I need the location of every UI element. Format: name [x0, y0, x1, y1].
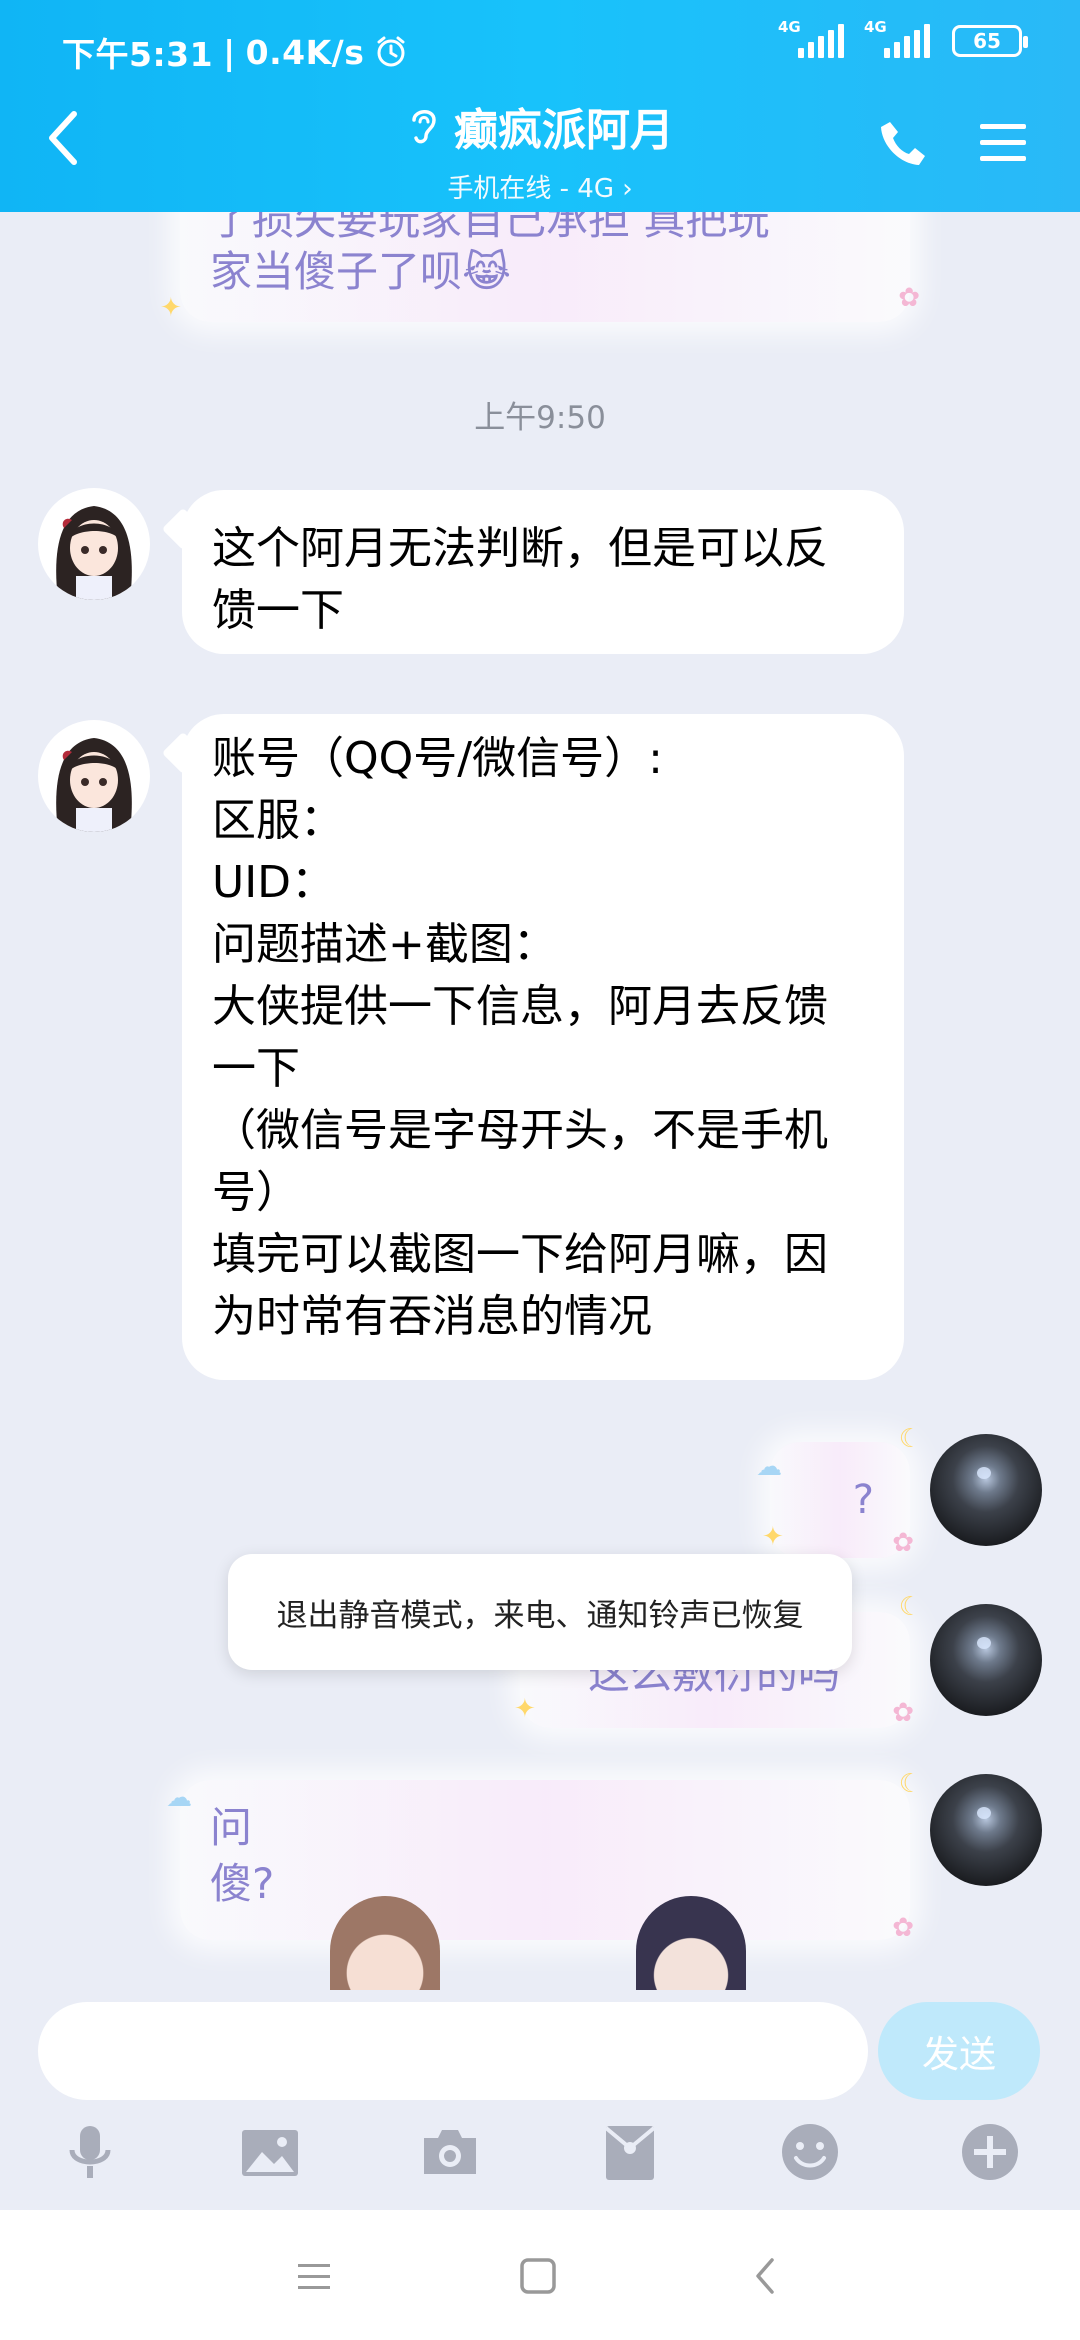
message-text: 傻? — [210, 1859, 275, 1908]
microphone-icon[interactable] — [58, 2120, 122, 2184]
message-text: 大侠提供一下信息，阿月去反馈 — [212, 981, 828, 1032]
message-bubble-incoming[interactable]: 账号（QQ号/微信号）: 区服： UID： 问题描述+截图： 大侠提供一下信息，… — [182, 714, 904, 1380]
message-text: 一下 — [212, 1043, 300, 1094]
message-bubble-fancy[interactable]: 了损失要玩家自己承担 真把玩 家当傻子了呗😹 ✦ ✿ — [160, 212, 920, 323]
online-status: 手机在线 - 4G — [447, 174, 614, 204]
ear-icon — [412, 110, 436, 144]
message-text: 区服： — [212, 795, 344, 846]
signal-icon: 4G — [864, 18, 930, 58]
home-icon[interactable] — [510, 2248, 566, 2304]
star-decoration-icon: ✦ — [514, 1694, 536, 1724]
bunny-decoration-icon: ✿ — [892, 1698, 914, 1728]
message-text: 馈一下 — [212, 585, 344, 636]
system-navigation-bar — [0, 2210, 1080, 2340]
bunny-decoration-icon: ✿ — [898, 283, 920, 313]
star-decoration-icon: ✦ — [160, 293, 182, 323]
signal-icon: 4G — [778, 18, 844, 58]
battery-icon: 65 — [952, 25, 1028, 57]
silent-mode-toast: 退出静音模式，来电、通知铃声已恢复 — [228, 1554, 852, 1670]
peeking-character-sticker-icon — [330, 1896, 440, 2002]
composer: 发送 — [0, 1990, 1080, 2210]
message-text: 问 — [210, 1803, 253, 1852]
contact-avatar[interactable] — [38, 720, 150, 832]
recent-apps-icon[interactable] — [286, 2248, 342, 2304]
contact-name: 癫疯派阿月 — [454, 105, 674, 156]
plus-icon[interactable] — [958, 2120, 1022, 2184]
moon-decoration-icon: ☾ — [898, 1769, 922, 1799]
moon-decoration-icon: ☾ — [898, 1424, 922, 1454]
message-text: UID： — [212, 857, 336, 908]
network-speed: 0.4K/s — [245, 32, 365, 72]
message-timestamp: 上午9:50 — [474, 400, 606, 436]
bunny-decoration-icon: ✿ — [892, 1528, 914, 1558]
menu-icon[interactable] — [978, 118, 1028, 168]
star-decoration-icon: ✦ — [762, 1522, 784, 1552]
message-text: 号） — [212, 1167, 300, 1218]
user-avatar[interactable] — [930, 1604, 1042, 1716]
send-button[interactable]: 发送 — [878, 2002, 1040, 2100]
user-avatar[interactable] — [930, 1434, 1042, 1546]
user-avatar[interactable] — [930, 1774, 1042, 1886]
message-text: 了损失要玩家自己承担 真把玩 — [210, 212, 770, 244]
peeking-character-sticker-icon — [636, 1896, 746, 2002]
message-text: ? — [852, 1477, 874, 1523]
message-text: 填完可以截图一下给阿月嘛，因 — [212, 1229, 828, 1280]
message-input[interactable] — [38, 2002, 868, 2100]
message-bubble-incoming[interactable]: 这个阿月无法判断，但是可以反 馈一下 — [182, 490, 904, 654]
chat-header: 下午5:31 | 0.4K/s 4G 4G 65 癫疯派阿月 手机在线 - 4G… — [0, 0, 1080, 212]
phone-icon[interactable] — [878, 118, 928, 168]
camera-icon[interactable] — [418, 2120, 482, 2184]
message-text: 账号（QQ号/微信号）: — [212, 733, 663, 784]
cloud-decoration-icon: ☁ — [166, 1783, 192, 1813]
anime-girl-avatar-icon — [56, 506, 132, 600]
toast-text: 退出静音模式，来电、通知铃声已恢复 — [276, 1597, 804, 1634]
message-text: 问题描述+截图： — [212, 919, 557, 970]
message-list[interactable]: 了损失要玩家自己承担 真把玩 家当傻子了呗😹 ✦ ✿ 上午9:50 这个阿月无法… — [0, 212, 1080, 2002]
back-icon[interactable] — [738, 2248, 794, 2304]
message-text: 这个阿月无法判断，但是可以反 — [212, 523, 828, 574]
moon-decoration-icon: ☾ — [898, 1592, 922, 1622]
emoji-icon[interactable] — [778, 2120, 842, 2184]
cloud-decoration-icon: ☁ — [756, 1452, 782, 1482]
message-text: 家当傻子了呗😹 — [210, 247, 512, 296]
message-text: 为时常有吞消息的情况 — [212, 1291, 652, 1342]
anime-girl-avatar-icon — [56, 738, 132, 832]
image-icon[interactable] — [238, 2120, 302, 2184]
contact-avatar[interactable] — [38, 488, 150, 600]
chevron-right-icon: › — [622, 174, 633, 204]
status-bar-left: 下午5:31 | 0.4K/s — [62, 28, 408, 76]
message-text: （微信号是字母开头，不是手机 — [212, 1105, 828, 1156]
bunny-decoration-icon: ✿ — [892, 1913, 914, 1943]
status-time: 下午5:31 — [62, 35, 214, 74]
status-bar-right: 4G 4G 65 — [778, 18, 1028, 58]
message-bubble-outgoing[interactable]: 问 傻? ☾ ☁ ✿ — [166, 1769, 922, 1943]
alarm-icon — [377, 36, 405, 67]
message-bubble-outgoing[interactable]: ? ☾ ☁ ✦ ✿ — [756, 1424, 922, 1558]
red-packet-icon[interactable] — [598, 2120, 662, 2184]
